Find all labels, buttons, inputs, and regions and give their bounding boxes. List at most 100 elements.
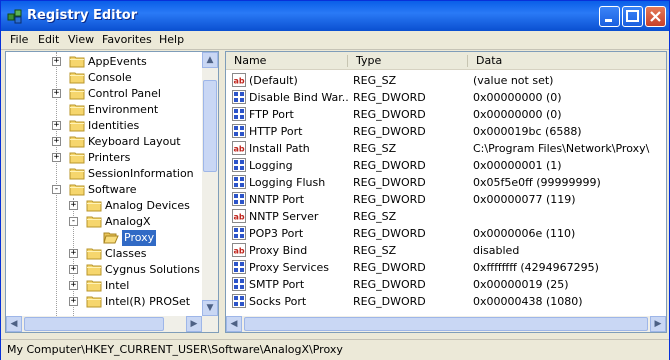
folder-icon — [86, 200, 102, 212]
tree-horizontal-scrollbar[interactable]: ◀ ▶ — [6, 316, 218, 332]
scroll-down-button[interactable]: ▼ — [202, 300, 218, 316]
registry-tree[interactable]: + AppEvents Console + Control Panel Environme… — [5, 51, 219, 333]
folder-icon — [86, 216, 102, 228]
tree-item[interactable]: Proxy — [6, 230, 202, 246]
tree-item[interactable]: - AnalogX — [6, 214, 202, 230]
value-name: Logging — [249, 159, 293, 172]
tree-item[interactable]: + Cygnus Solutions — [6, 262, 202, 278]
value-name: NNTP Port — [249, 193, 305, 206]
tree-item[interactable]: + Analog Devices — [6, 198, 202, 214]
column-header-type[interactable]: Type — [348, 52, 468, 70]
folder-icon — [69, 88, 85, 100]
scroll-right-button[interactable]: ▶ — [650, 316, 666, 332]
minimize-icon — [605, 19, 612, 22]
menu-view[interactable]: View — [68, 33, 94, 46]
svg-text:ab: ab — [234, 247, 245, 256]
tree-item[interactable]: + Intel — [6, 278, 202, 294]
expand-icon[interactable]: + — [52, 137, 61, 146]
expand-icon[interactable]: + — [52, 57, 61, 66]
expand-icon[interactable]: + — [52, 89, 61, 98]
expand-icon[interactable]: + — [69, 281, 78, 290]
expand-icon[interactable]: + — [69, 201, 78, 210]
expand-icon[interactable]: + — [69, 297, 78, 306]
folder-icon — [69, 136, 85, 148]
expand-icon[interactable]: + — [69, 265, 78, 274]
folder-icon — [69, 104, 85, 116]
scroll-right-button[interactable]: ▶ — [186, 316, 202, 332]
registry-value-row[interactable]: Logging Flush REG_DWORD 0x05f5e0ff (999999… — [226, 174, 652, 191]
svg-text:ab: ab — [234, 145, 245, 154]
tree-item[interactable]: + Keyboard Layout — [6, 134, 202, 150]
registry-value-row[interactable]: SMTP Port REG_DWORD 0x00000019 (25) — [226, 276, 652, 293]
string-value-icon: ab — [232, 243, 246, 257]
value-name: Logging Flush — [249, 176, 326, 189]
title-bar[interactable]: Registry Editor — [1, 1, 669, 31]
value-data: 0x00000000 (0) — [473, 108, 562, 121]
registry-value-row[interactable]: NNTP Port REG_DWORD 0x00000077 (119) — [226, 191, 652, 208]
tree-item[interactable]: Environment — [6, 102, 202, 118]
tree-vertical-scrollbar[interactable]: ▲ ▼ — [202, 52, 218, 316]
registry-value-row[interactable]: FTP Port REG_DWORD 0x00000000 (0) — [226, 106, 652, 123]
string-value-icon: ab — [232, 141, 246, 155]
value-type: REG_DWORD — [353, 261, 426, 274]
value-data: 0x00000438 (1080) — [473, 295, 583, 308]
expand-icon[interactable]: + — [52, 121, 61, 130]
tree-item[interactable]: + Classes — [6, 246, 202, 262]
registry-value-row[interactable]: ab (Default) REG_SZ (value not set) — [226, 72, 652, 89]
tree-item[interactable]: + Identities — [6, 118, 202, 134]
registry-value-row[interactable]: HTTP Port REG_DWORD 0x000019bc (6588) — [226, 123, 652, 140]
menu-favorites[interactable]: Favorites — [102, 33, 152, 46]
scroll-left-button[interactable]: ◀ — [6, 316, 22, 332]
column-header-data-label: Data — [476, 54, 503, 67]
value-name: FTP Port — [249, 108, 294, 121]
tree-item[interactable]: - Software — [6, 182, 202, 198]
tree-item[interactable]: Console — [6, 70, 202, 86]
scroll-thumb[interactable] — [203, 80, 217, 172]
tree-item[interactable]: + Intel(R) PROSet — [6, 294, 202, 310]
column-header-data[interactable]: Data — [468, 52, 666, 70]
tree-item[interactable]: + AppEvents — [6, 54, 202, 70]
close-button[interactable] — [645, 6, 666, 27]
menu-file[interactable]: File — [10, 33, 28, 46]
scroll-up-button[interactable]: ▲ — [202, 52, 218, 68]
binary-value-icon — [232, 90, 246, 104]
registry-value-row[interactable]: POP3 Port REG_DWORD 0x0000006e (110) — [226, 225, 652, 242]
tree-item[interactable]: SessionInformation — [6, 166, 202, 182]
value-type: REG_DWORD — [353, 278, 426, 291]
menu-help[interactable]: Help — [159, 33, 184, 46]
tree-item[interactable]: + Control Panel — [6, 86, 202, 102]
registry-value-row[interactable]: Disable Bind War... REG_DWORD 0x00000000 (… — [226, 89, 652, 106]
registry-editor-icon — [7, 9, 22, 24]
scroll-thumb[interactable] — [244, 317, 648, 331]
value-data: 0x05f5e0ff (99999999) — [473, 176, 601, 189]
expand-icon[interactable]: + — [52, 153, 61, 162]
value-name: SMTP Port — [249, 278, 305, 291]
folder-icon — [86, 264, 102, 276]
folder-icon — [86, 280, 102, 292]
value-name: NNTP Server — [249, 210, 319, 223]
value-type: REG_DWORD — [353, 125, 426, 138]
expand-icon[interactable]: + — [69, 249, 78, 258]
collapse-icon[interactable]: - — [52, 185, 61, 194]
scroll-thumb[interactable] — [24, 317, 164, 331]
value-type: REG_DWORD — [353, 108, 426, 121]
value-data: C:\Program Files\Network\Proxy\ — [473, 142, 650, 155]
collapse-icon[interactable]: - — [69, 217, 78, 226]
registry-value-row[interactable]: Proxy Services REG_DWORD 0xffffffff (42949… — [226, 259, 652, 276]
registry-value-row[interactable]: Logging REG_DWORD 0x00000001 (1) — [226, 157, 652, 174]
minimize-button[interactable] — [599, 6, 620, 27]
tree-item[interactable]: + Printers — [6, 150, 202, 166]
column-header-name[interactable]: Name — [226, 52, 348, 70]
values-list[interactable]: Name Type Data ab (Default) REG_SZ (value n… — [225, 51, 667, 333]
value-data: 0x00000000 (0) — [473, 91, 562, 104]
maximize-button[interactable] — [622, 6, 643, 27]
scroll-left-button[interactable]: ◀ — [226, 316, 242, 332]
registry-value-row[interactable]: ab NNTP Server REG_SZ — [226, 208, 652, 225]
menu-edit[interactable]: Edit — [38, 33, 59, 46]
value-data: 0x0000006e (110) — [473, 227, 576, 240]
registry-value-row[interactable]: Socks Port REG_DWORD 0x00000438 (1080) — [226, 293, 652, 310]
value-type: REG_SZ — [353, 244, 397, 257]
registry-value-row[interactable]: ab Install Path REG_SZ C:\Program Files\Net… — [226, 140, 652, 157]
list-horizontal-scrollbar[interactable]: ◀ ▶ — [226, 316, 666, 332]
registry-value-row[interactable]: ab Proxy Bind REG_SZ disabled — [226, 242, 652, 259]
